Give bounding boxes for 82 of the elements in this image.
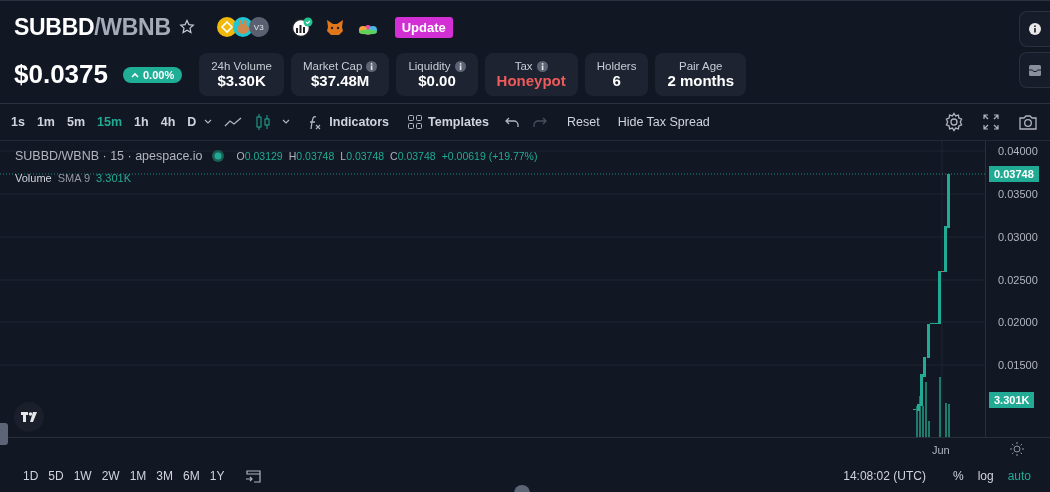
- symbol-legend: SUBBD/WBNB · 15 · apespace.io: [15, 149, 203, 163]
- timeframe-button[interactable]: 1m: [33, 112, 58, 132]
- range-button[interactable]: 5D: [43, 466, 69, 486]
- star-icon[interactable]: [178, 19, 195, 35]
- price-change-badge: 0.00%: [123, 66, 183, 83]
- scale-button[interactable]: %: [947, 466, 969, 486]
- caret-up-icon: [131, 71, 139, 78]
- change-value: +0.00619 (+19.77%): [441, 150, 538, 162]
- price-tick: 0.01500: [998, 359, 1038, 371]
- timeframe-button[interactable]: D: [184, 112, 200, 132]
- price-tick: 0.03000: [998, 231, 1038, 243]
- rabbit-logo-icon: [232, 17, 253, 37]
- volume-badge: 3.301K: [989, 392, 1035, 408]
- ohlc-value: L0.03748: [340, 150, 385, 162]
- timeframe-button[interactable]: 4h: [157, 112, 179, 132]
- status-dot-icon: [210, 149, 225, 163]
- stat-label: 24h Volume: [211, 60, 272, 72]
- scale-button[interactable]: log: [972, 466, 999, 486]
- stat-value: $3.30K: [217, 72, 266, 89]
- version-badge: V3: [248, 17, 269, 37]
- price-tick: 0.02500: [998, 274, 1038, 286]
- chevron-down-icon[interactable]: [281, 118, 292, 126]
- stat-label: Tax: [514, 60, 533, 72]
- settings-icon[interactable]: [944, 112, 964, 132]
- inbox-tab[interactable]: [1019, 52, 1050, 88]
- utc-clock: 14:08:02 (UTC): [843, 469, 926, 483]
- stat-label: Liquidity: [408, 60, 451, 72]
- coin-logo-icon: [216, 17, 237, 37]
- volume-params: SMA 9: [57, 172, 91, 184]
- templates-button[interactable]: Templates: [404, 111, 492, 133]
- chevron-down-icon[interactable]: [203, 118, 214, 126]
- chart-check-logo-icon[interactable]: [290, 17, 313, 37]
- range-button[interactable]: 1W: [68, 466, 97, 486]
- collapse-handle[interactable]: [0, 423, 8, 445]
- stat-label: Market Cap: [302, 60, 363, 72]
- range-button[interactable]: 3M: [151, 466, 179, 486]
- hide-tax-spread-button[interactable]: Hide Tax Spread: [614, 112, 713, 132]
- ohlc-value: H0.03748: [288, 150, 335, 162]
- price-tick: 0.04000: [998, 145, 1038, 157]
- camera-icon[interactable]: [1018, 113, 1038, 131]
- tv-logo-icon: [20, 411, 38, 423]
- volume-label: Volume: [15, 172, 52, 184]
- timeframe-button[interactable]: 15m: [94, 112, 126, 132]
- logo-button[interactable]: [14, 402, 44, 432]
- stat-value: $37.48M: [310, 72, 370, 89]
- stat-label: Holders: [596, 60, 637, 72]
- time-tick: Jun: [931, 443, 950, 456]
- stat-value: Honeypot: [496, 72, 566, 89]
- stat-value: $0.00: [418, 72, 456, 89]
- timeframe-button[interactable]: 1s: [8, 112, 28, 132]
- price-tick: 0.03500: [998, 188, 1038, 200]
- info-icon: [1029, 23, 1041, 35]
- pair-title: SUBBD/WBNB: [14, 13, 171, 41]
- timeframe-button[interactable]: 5m: [64, 112, 89, 132]
- reset-button[interactable]: Reset: [563, 112, 603, 132]
- undo-icon[interactable]: [503, 115, 520, 129]
- scale-button[interactable]: auto: [1002, 466, 1036, 486]
- sun-icon[interactable]: [1010, 441, 1024, 456]
- price-value: $0.0375: [14, 59, 108, 90]
- fullscreen-icon[interactable]: [982, 113, 1000, 131]
- fox-icon[interactable]: [324, 17, 345, 37]
- range-button[interactable]: 6M: [178, 466, 205, 486]
- stat-value: 6: [612, 72, 621, 89]
- stat-value: 2 months: [667, 72, 735, 89]
- ohlc-value: C0.03748: [390, 150, 436, 162]
- ohlc-value: O0.03129: [236, 150, 283, 162]
- stat-label: Pair Age: [679, 60, 723, 72]
- calendar-arrow-icon[interactable]: [245, 468, 264, 484]
- timeframe-button[interactable]: 1h: [131, 112, 152, 132]
- inbox-icon: [1029, 64, 1041, 76]
- range-button[interactable]: 1M: [124, 466, 152, 486]
- price-tick: 0.02000: [998, 316, 1038, 328]
- indicators-button[interactable]: Indicators: [303, 110, 393, 134]
- info-tab[interactable]: [1019, 11, 1050, 47]
- last-price-badge: 0.03748: [989, 166, 1039, 182]
- volume-bars-drawing: [916, 377, 950, 437]
- range-button[interactable]: 1Y: [204, 466, 230, 486]
- volume-value: 3.301K: [96, 172, 131, 184]
- grid-icon: [407, 114, 424, 130]
- range-button[interactable]: 2W: [96, 466, 125, 486]
- update-button[interactable]: Update: [394, 16, 453, 38]
- range-button[interactable]: 1D: [18, 466, 44, 486]
